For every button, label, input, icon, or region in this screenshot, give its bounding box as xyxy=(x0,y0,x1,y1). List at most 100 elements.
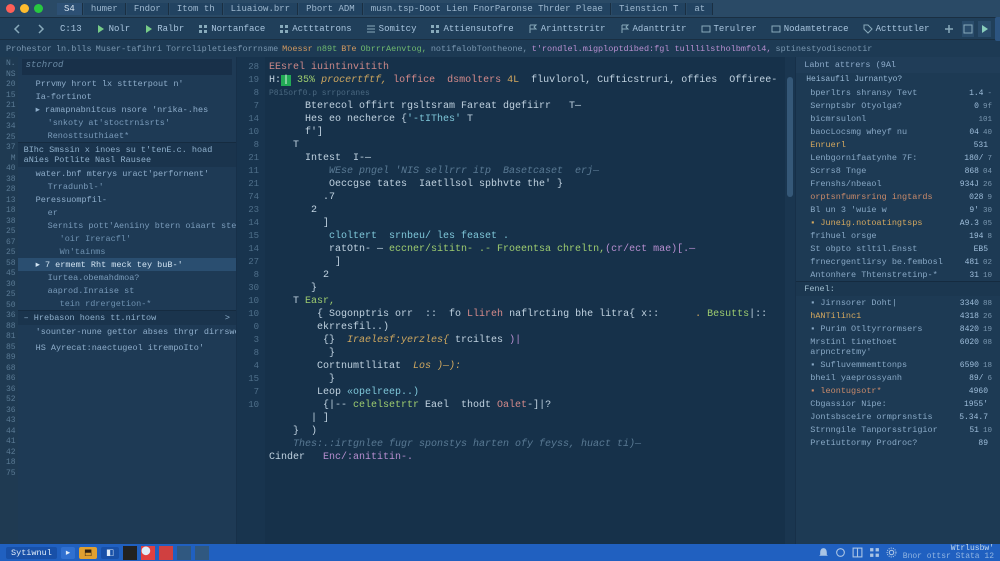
panel-row[interactable]: frihuel orsge1948 xyxy=(796,229,1000,242)
maximize-icon[interactable] xyxy=(34,4,43,13)
sidebar-item[interactable]: Wn'tainms xyxy=(18,245,236,258)
sidebar-item[interactable]: 'snkoty at'stoctrnisrts' xyxy=(18,116,236,129)
panel-row[interactable]: Cbgassior Nipe:1955' xyxy=(796,397,1000,410)
panel-row[interactable]: Enruerl531 xyxy=(796,138,1000,151)
menu-item[interactable]: Nodamtetrace xyxy=(765,22,855,36)
panel-row[interactable]: Bl un 3 'wuie w9'30 xyxy=(796,203,1000,216)
sidebar-item[interactable]: Iurtea.obemahdmoa? xyxy=(18,271,236,284)
sidebar-item[interactable]: tein rdrergetion-* xyxy=(18,297,236,310)
menu-item[interactable] xyxy=(938,22,960,36)
sidebar-item[interactable]: er xyxy=(18,206,236,219)
panel-row[interactable]: Scrrs8 Tnge86804 xyxy=(796,164,1000,177)
status-chip[interactable]: ▸ xyxy=(61,547,75,559)
breadcrumb-part[interactable]: n89t xyxy=(317,44,337,54)
panel-row[interactable]: Pretiuttormy Prodroc?89 xyxy=(796,436,1000,449)
editor[interactable]: 2819871410821112174231415142783010100384… xyxy=(237,57,795,544)
sidebar-item[interactable]: Prrvmy hrort lx sttterpout n' xyxy=(18,77,236,90)
menu-item[interactable]: Nortanface xyxy=(192,22,271,36)
menu-item[interactable]: Arinttstritr xyxy=(522,22,612,36)
file-tab[interactable]: Tiensticn T xyxy=(612,3,686,15)
menu-item[interactable]: Actttatrons xyxy=(273,22,357,36)
menu-item[interactable]: Attiensutofre xyxy=(424,22,519,36)
breadcrumb-part[interactable]: Moessr xyxy=(282,44,313,54)
panel-row[interactable]: bperltrs shransy Tevt1.4- xyxy=(796,86,1000,99)
sync-icon[interactable] xyxy=(835,547,846,558)
panel-row[interactable]: frnecrgentlirsy be.fembosl48102 xyxy=(796,255,1000,268)
sidebar-item[interactable]: ▸ 7 ermemt Rht meck tey buB-' xyxy=(18,258,236,271)
sidebar-item[interactable]: 'sounter-nune gettor abses thrgr dirrswe… xyxy=(18,325,236,338)
file-tab[interactable]: S4 xyxy=(57,3,83,15)
file-tab[interactable]: Fndor xyxy=(127,3,169,15)
panel-row[interactable]: Jontsbsceire ormprsnstis5.34.7 xyxy=(796,410,1000,423)
menu-item[interactable]: Adanttritr xyxy=(614,22,693,36)
breadcrumb-part[interactable]: BTe xyxy=(341,44,356,54)
menu-item[interactable]: Actttutler xyxy=(857,22,936,36)
panel-row[interactable]: ▪ Purim Otltyrrormsers842019 xyxy=(796,322,1000,335)
breadcrumb-part[interactable]: notifalobTontheone, xyxy=(431,44,528,54)
file-tab[interactable]: Liuaiow.brr xyxy=(224,3,298,15)
breadcrumb-part[interactable]: sptinestyodiscnotir xyxy=(775,44,872,54)
panel-row[interactable]: Lenbgornifaatynhe 7F:180/7 xyxy=(796,151,1000,164)
breadcrumb-part[interactable]: ln.blls xyxy=(56,44,92,54)
menu-item[interactable]: Somitcy xyxy=(360,22,423,36)
breadcrumb-part[interactable]: ObrrrAenvtog, xyxy=(361,44,427,54)
play-button[interactable] xyxy=(978,21,991,37)
breadcrumb-part[interactable]: Torrclipletiesforrnsme xyxy=(166,44,278,54)
gear-icon[interactable] xyxy=(886,547,897,558)
close-icon[interactable] xyxy=(6,4,15,13)
panel-row[interactable]: Mrstinl tinethoet arpnctretmy'602008 xyxy=(796,335,1000,358)
panel-row[interactable]: hANTilinc1431826 xyxy=(796,309,1000,322)
status-chip[interactable]: ⬒ xyxy=(79,547,97,559)
file-tab[interactable]: musn.tsp-Doot Lien FnorParonse Thrder Pl… xyxy=(364,3,611,15)
panel-row[interactable]: ▪ leontugsotr*4960 xyxy=(796,384,1000,397)
menu-item[interactable]: Ralbr xyxy=(138,22,190,36)
editor-scrollbar[interactable] xyxy=(785,57,795,544)
sidebar-item[interactable]: Peressuompfil- xyxy=(18,193,236,206)
sidebar-section-header[interactable]: – Hrebason hoens tt.nirtow> xyxy=(18,310,236,325)
file-tab[interactable]: Pbort ADM xyxy=(299,3,363,15)
sidebar-item[interactable]: HS Ayrecat:naectugeol itrempoIto' xyxy=(18,341,236,354)
sidebar-item[interactable]: Renosttsuthiaet* xyxy=(18,129,236,142)
panel-row[interactable]: baocLocsmg wheyf nu0440 xyxy=(796,125,1000,138)
sidebar-item[interactable]: Trradunbl-' xyxy=(18,180,236,193)
sidebar-item[interactable]: water.bnf mterys uract'perfornent' xyxy=(18,167,236,180)
panel-row[interactable]: St obpto stltil.EnsstEB5 xyxy=(796,242,1000,255)
sidebar-item[interactable]: 'oir Ireracfl' xyxy=(18,232,236,245)
sidebar-item[interactable]: Ia-fortinot xyxy=(18,90,236,103)
bell-icon[interactable] xyxy=(818,547,829,558)
panel-row[interactable]: Antonhere Thtenstretinp-*3110 xyxy=(796,268,1000,281)
status-icon[interactable] xyxy=(123,546,137,560)
file-tab[interactable]: humer xyxy=(84,3,126,15)
sidebar-section-header[interactable]: BIhc Smssin x inoes su t'tenE.c. hoad aN… xyxy=(18,142,236,167)
split-icon[interactable] xyxy=(852,547,863,558)
status-icon[interactable]: ⬤ xyxy=(141,546,155,560)
menu-item[interactable]: Terulrer xyxy=(695,22,763,36)
panel-row[interactable]: Frenshs/nbeaol934J26 xyxy=(796,177,1000,190)
menu-item[interactable] xyxy=(30,22,52,36)
breadcrumb-part[interactable]: t'rondlel.migploptdibed:fgl tulllilsthol… xyxy=(532,44,772,54)
config-button[interactable]: Confto 1 xyxy=(995,17,1000,41)
status-icon[interactable] xyxy=(195,546,209,560)
code-area[interactable]: EEsrel iuintinvitithH:| 35% procertftf, … xyxy=(265,57,785,544)
sidebar-item[interactable]: aaprod.Inraise st xyxy=(18,284,236,297)
minimize-icon[interactable] xyxy=(20,4,29,13)
panel-row[interactable]: ▪ Juneig.notoatingtspsA9.305 xyxy=(796,216,1000,229)
sidebar-item[interactable]: Sernits pott'Aeniiny btern oiaart stehrd… xyxy=(18,219,236,232)
panel-row[interactable]: bheil yaeprossyanh89/6 xyxy=(796,371,1000,384)
panel-row[interactable]: Sernptsbr Otyolga?09f xyxy=(796,99,1000,112)
file-tab[interactable]: Itom th xyxy=(170,3,223,15)
panel-row[interactable]: ▪ Sufluvemmemttonps659018 xyxy=(796,358,1000,371)
status-chip[interactable]: Sytiwnul xyxy=(6,547,57,559)
panel-row[interactable]: bicmrsulonl101 xyxy=(796,112,1000,125)
status-chip[interactable]: ◧ xyxy=(101,547,119,559)
menu-item[interactable]: Nolr xyxy=(90,22,137,36)
panel-row[interactable]: orptsnfumrsring ingtards0289 xyxy=(796,190,1000,203)
menu-item[interactable]: C:13 xyxy=(54,22,88,36)
menu-item[interactable] xyxy=(6,22,28,36)
breadcrumb-part[interactable]: Prohestor xyxy=(6,44,52,54)
sidebar-item[interactable]: ▸ ramapnabnitcus nsore 'nrika-.hes xyxy=(18,103,236,116)
panel-row[interactable]: Strnngile Tanporsstrigior5110 xyxy=(796,423,1000,436)
breadcrumb-part[interactable]: Muser-tafihri xyxy=(96,44,162,54)
status-icon[interactable] xyxy=(159,546,173,560)
grid-icon[interactable] xyxy=(869,547,880,558)
